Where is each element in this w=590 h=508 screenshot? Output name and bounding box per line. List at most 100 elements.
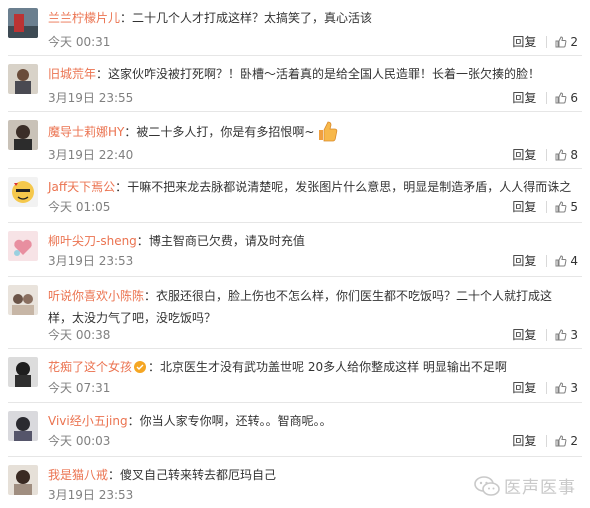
- divider: [546, 149, 548, 161]
- comment-meta: 3月19日 23:55 回复 6: [48, 89, 578, 107]
- like-count: 2: [570, 35, 578, 49]
- comment-body: 听说你喜欢小陈陈：衣服还很白，脸上伤也不怎么样，你们医生都不吃饭吗？二十个人就打…: [48, 289, 553, 325]
- reply-button[interactable]: 回复: [512, 146, 536, 164]
- like-count: 5: [570, 200, 578, 214]
- comment-text: 你当人家专你啊，还转。。智商呢。。: [139, 414, 332, 428]
- divider: [546, 92, 548, 104]
- comment-meta: 今天 00:31 回复 2: [48, 33, 578, 51]
- comment-body: 魔导士莉娜HY：被二十多人打，你是有多招恨啊~: [48, 120, 576, 142]
- divider: [546, 201, 548, 213]
- like-count: 6: [570, 91, 578, 105]
- username-link[interactable]: 旧城荒年: [48, 67, 96, 81]
- username-link[interactable]: 兰兰柠檬片儿: [48, 11, 120, 25]
- divider: [546, 255, 548, 267]
- like-button[interactable]: 2: [555, 33, 578, 51]
- username-link[interactable]: 花痴了这个女孩: [48, 360, 132, 374]
- username-link[interactable]: 柳叶尖刀-sheng: [48, 234, 137, 248]
- like-button[interactable]: 6: [555, 89, 578, 107]
- avatar[interactable]: [8, 357, 38, 387]
- comment-body: Jaff天下焉公：干嘛不把来龙去脉都说清楚呢，发张图片什么意思，明显是制造矛盾，…: [48, 180, 572, 194]
- like-count: 3: [570, 381, 578, 395]
- avatar[interactable]: [8, 285, 38, 315]
- like-count: 4: [570, 254, 578, 268]
- thumbs-up-icon: [555, 382, 567, 394]
- comment-time: 今天 01:05: [48, 200, 111, 214]
- thumbs-up-icon: [555, 149, 567, 161]
- comment-item: 兰兰柠檬片儿：二十几个人才打成这样？太搞笑了，真心活该 今天 00:31 回复 …: [0, 0, 590, 56]
- comment-meta: 3月19日 22:40 回复 8: [48, 146, 578, 164]
- comment-meta: 今天 00:38 回复 3: [48, 326, 578, 344]
- reply-button[interactable]: 回复: [512, 379, 536, 397]
- comment-time: 今天 07:31: [48, 381, 111, 395]
- comment-time: 今天 00:38: [48, 328, 111, 342]
- username-link[interactable]: 魔导士莉娜HY: [48, 125, 124, 139]
- like-button[interactable]: 5: [555, 198, 578, 216]
- comment-text: 博主智商已欠费，请及时充值: [148, 234, 305, 248]
- like-count: 2: [570, 434, 578, 448]
- thumbs-up-icon: [555, 255, 567, 267]
- comment-item: 花痴了这个女孩 ：北京医生才没有武功盖世呢 20多人给你整成这样 明显输出不足啊 …: [0, 349, 590, 403]
- comment-text: 北京医生才没有武功盖世呢 20多人给你整成这样 明显输出不足啊: [160, 360, 507, 374]
- like-button[interactable]: 2: [555, 432, 578, 450]
- comment-body: 柳叶尖刀-sheng：博主智商已欠费，请及时充值: [48, 234, 305, 248]
- like-button[interactable]: 8: [555, 146, 578, 164]
- reply-button[interactable]: 回复: [512, 252, 536, 270]
- avatar[interactable]: [8, 231, 38, 261]
- comment-time: 3月19日 23:55: [48, 91, 134, 105]
- divider: [546, 382, 548, 394]
- reply-button[interactable]: 回复: [512, 198, 536, 216]
- thumbs-up-icon: [555, 36, 567, 48]
- comment-list: 兰兰柠檬片儿：二十几个人才打成这样？太搞笑了，真心活该 今天 00:31 回复 …: [0, 0, 590, 508]
- avatar[interactable]: [8, 177, 38, 207]
- comment-text: 傻叉自己转来转去都厄玛自己: [120, 468, 277, 482]
- like-button[interactable]: 4: [555, 252, 578, 270]
- reply-button[interactable]: 回复: [512, 89, 536, 107]
- comment-item: Vivi经小五jing：你当人家专你啊，还转。。智商呢。。 今天 00:03 回…: [0, 403, 590, 457]
- comment-time: 3月19日 23:53: [48, 254, 134, 268]
- avatar[interactable]: [8, 8, 38, 38]
- avatar[interactable]: [8, 64, 38, 94]
- comment-item: 旧城荒年：这家伙咋没被打死啊？！卧槽～活着真的是给全国人民造罪！长着一张欠揍的脸…: [0, 56, 590, 112]
- comment-text: 干嘛不把来龙去脉都说清楚呢，发张图片什么意思，明显是制造矛盾，人人得而诛之: [127, 180, 572, 194]
- comment-meta: 3月19日 23:53 回复 4: [48, 252, 578, 270]
- comment-meta: 今天 01:05 回复 5: [48, 198, 578, 216]
- comment-item: 柳叶尖刀-sheng：博主智商已欠费，请及时充值 3月19日 23:53 回复 …: [0, 223, 590, 277]
- comment-body: Vivi经小五jing：你当人家专你啊，还转。。智商呢。。: [48, 414, 332, 428]
- username-link[interactable]: Jaff天下焉公: [48, 180, 115, 194]
- member-badge-icon: [134, 361, 147, 373]
- reply-button[interactable]: 回复: [512, 326, 536, 344]
- comment-item: 听说你喜欢小陈陈：衣服还很白，脸上伤也不怎么样，你们医生都不吃饭吗？二十个人就打…: [0, 277, 590, 349]
- comment-time: 3月19日 22:40: [48, 148, 134, 162]
- like-button[interactable]: 3: [555, 379, 578, 397]
- like-count: 8: [570, 148, 578, 162]
- comment-meta: 今天 00:03 回复 2: [48, 432, 578, 450]
- divider: [546, 36, 548, 48]
- thumbs-up-icon: [555, 435, 567, 447]
- thumbs-up-icon: [555, 92, 567, 104]
- avatar[interactable]: [8, 411, 38, 441]
- comment-body: 花痴了这个女孩 ：北京医生才没有武功盖世呢 20多人给你整成这样 明显输出不足啊: [48, 360, 507, 374]
- comment-body: 旧城荒年：这家伙咋没被打死啊？！卧槽～活着真的是给全国人民造罪！长着一张欠揍的脸…: [48, 67, 541, 81]
- reply-button[interactable]: 回复: [512, 33, 536, 51]
- comment-meta: 今天 07:31 回复 3: [48, 379, 578, 397]
- thumbs-up-icon: [555, 201, 567, 213]
- comment-body: 兰兰柠檬片儿：二十几个人才打成这样？太搞笑了，真心活该: [48, 11, 373, 25]
- reply-button[interactable]: 回复: [512, 432, 536, 450]
- avatar[interactable]: [8, 120, 38, 150]
- like-button[interactable]: 3: [555, 326, 578, 344]
- username-link[interactable]: 听说你喜欢小陈陈: [48, 289, 144, 303]
- username-link[interactable]: 我是猫八戒: [48, 468, 108, 482]
- comment-text: 被二十多人打，你是有多招恨啊~: [136, 125, 315, 139]
- avatar[interactable]: [8, 465, 38, 495]
- username-link[interactable]: Vivi经小五jing: [48, 414, 128, 428]
- comment-time: 3月19日 23:53: [48, 488, 134, 502]
- thumbs-up-icon: [555, 329, 567, 341]
- watermark-text: 医声医事: [504, 478, 576, 498]
- comment-text: 这家伙咋没被打死啊？！卧槽～活着真的是给全国人民造罪！长着一张欠揍的脸！: [108, 67, 541, 81]
- divider: [546, 329, 548, 341]
- comment-item: Jaff天下焉公：干嘛不把来龙去脉都说清楚呢，发张图片什么意思，明显是制造矛盾，…: [0, 169, 590, 223]
- comment-text: 二十几个人才打成这样？太搞笑了，真心活该: [132, 11, 373, 25]
- wechat-icon: [474, 475, 500, 496]
- divider: [546, 435, 548, 447]
- comment-item: 魔导士莉娜HY：被二十多人打，你是有多招恨啊~ 3月19日 22:40 回复 8: [0, 112, 590, 169]
